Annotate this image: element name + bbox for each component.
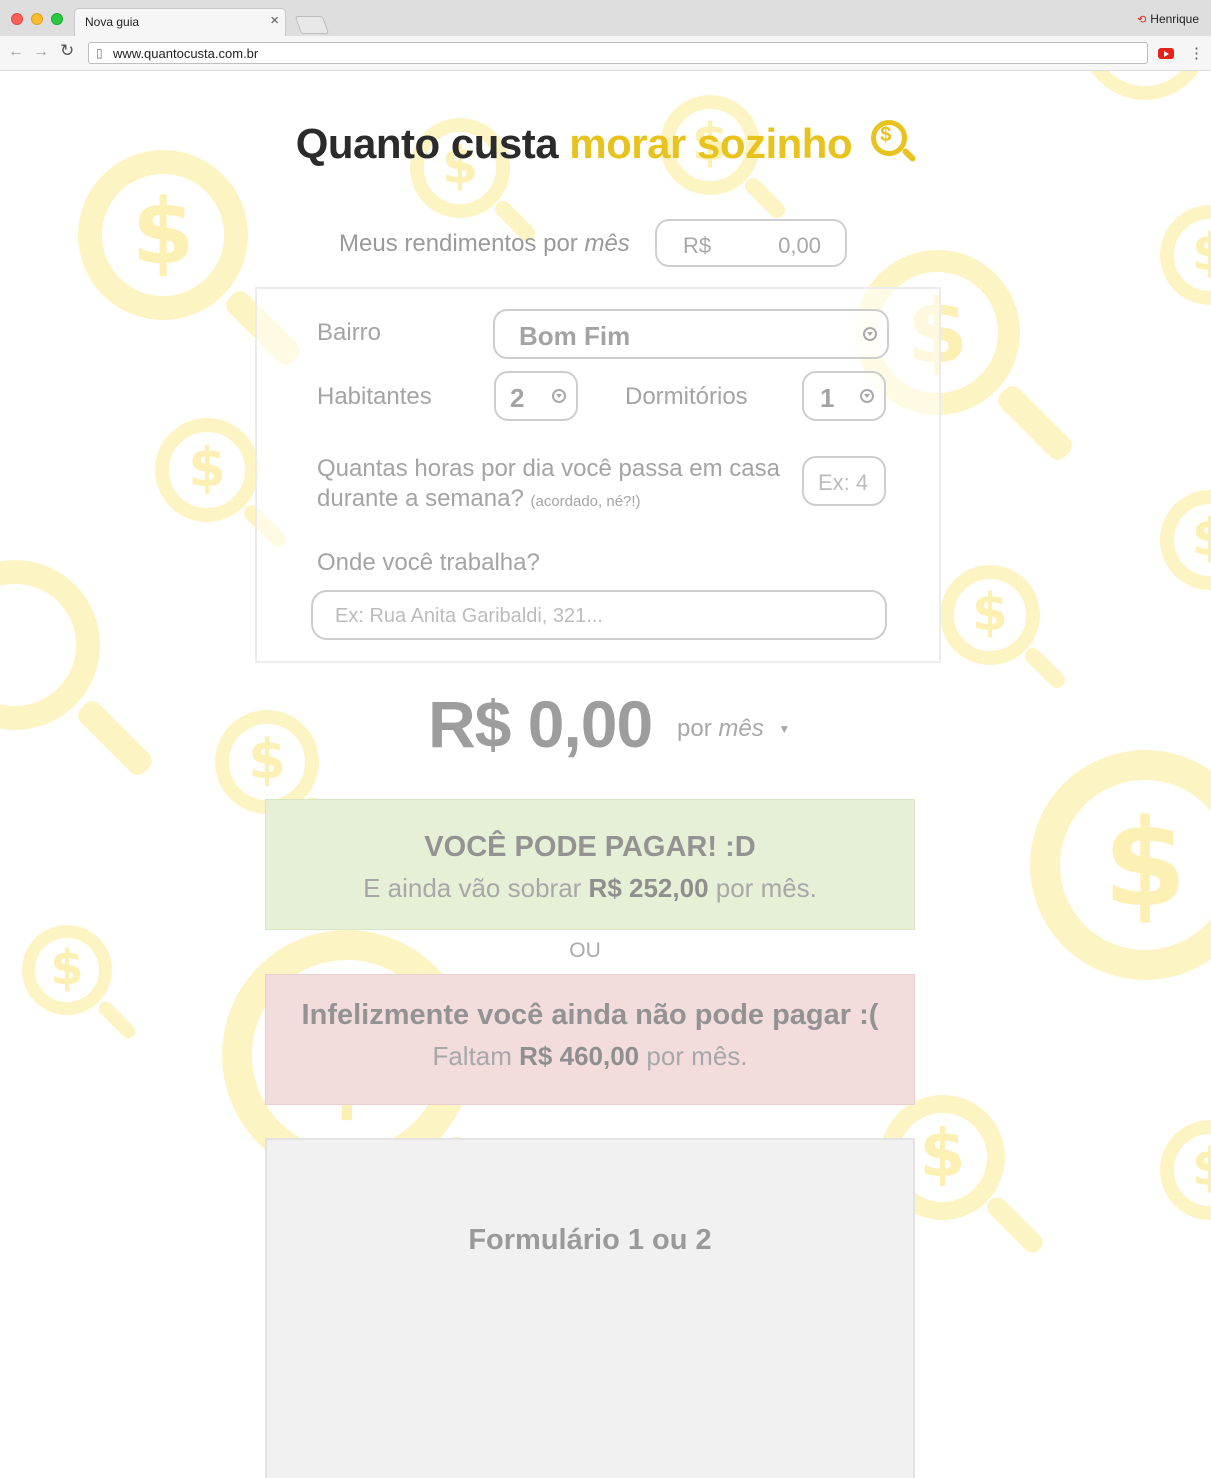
minimize-window-button[interactable] [31, 13, 43, 25]
page-icon: ▯ [96, 46, 103, 60]
reload-icon[interactable]: ↻ [60, 41, 74, 61]
housing-form: Bairro Bom Fim Habitantes 2 Dormitórios … [255, 287, 941, 663]
hours-input[interactable]: Ex: 4 [802, 456, 886, 506]
affordable-text: E ainda vão sobrar R$ 252,00 por mês. [266, 873, 914, 904]
inhabitants-select[interactable]: 2 [494, 371, 578, 421]
profile-name: Henrique [1150, 12, 1199, 26]
not-affordable-text: Faltam R$ 460,00 por mês. [266, 1041, 914, 1072]
affordable-text-after: por mês. [715, 873, 817, 903]
or-separator: OU [569, 939, 601, 962]
chevron-down-icon [860, 389, 874, 403]
forward-icon[interactable]: → [33, 43, 49, 61]
inhabitants-label: Habitantes [317, 383, 432, 410]
inhabitants-value: 2 [510, 383, 525, 413]
title-main: Quanto custa [295, 120, 559, 167]
hours-question-note: (acordado, né?!) [530, 493, 641, 510]
work-placeholder: Ex: Rua Anita Garibaldi, 321... [335, 605, 603, 627]
work-label: Onde você trabalha? [317, 549, 540, 576]
not-affordable-heading: Infelizmente você ainda não pode pagar :… [301, 999, 879, 1031]
bedrooms-value: 1 [820, 383, 835, 413]
income-input[interactable]: R$ 0,00 [655, 219, 847, 267]
address-bar[interactable]: ▯ www.quantocusta.com.br [88, 42, 1148, 64]
back-icon[interactable]: ← [8, 43, 24, 61]
menu-icon[interactable]: ⋮ [1189, 44, 1204, 62]
page-title: Quanto custa morar sozinho $ [0, 120, 1211, 168]
page-content: Quanto custa morar sozinho $ Meus rendim… [0, 70, 1211, 1478]
income-value: 0,00 [778, 233, 821, 258]
affordable-heading: VOCÊ PODE PAGAR! :D [424, 831, 756, 863]
affordable-amount: R$ 252,00 [588, 873, 709, 903]
period-emphasis: mês [718, 715, 764, 742]
chevron-down-icon [552, 389, 566, 403]
close-window-button[interactable] [11, 13, 23, 25]
url-text: www.quantocusta.com.br [113, 46, 259, 61]
not-affordable-text-after: por mês. [646, 1041, 748, 1071]
caret-down-icon: ▼ [778, 722, 791, 736]
close-tab-icon[interactable]: × [270, 12, 279, 29]
hours-placeholder: Ex: 4 [818, 470, 869, 495]
not-affordable-amount: R$ 460,00 [519, 1041, 640, 1071]
browser-tab[interactable]: Nova guia × [74, 8, 286, 36]
income-label-prefix: Meus rendimentos por [339, 230, 578, 257]
income-currency: R$ [683, 233, 712, 258]
total-cost: R$ 0,00 [428, 687, 653, 761]
tab-strip: Nova guia × ⟲ Henrique [0, 0, 1211, 36]
period-dropdown[interactable]: por mês ▼ [677, 715, 790, 743]
hours-question: Quantas horas por dia você passa em casa… [317, 454, 797, 517]
bedrooms-select[interactable]: 1 [802, 371, 886, 421]
form-placeholder-title: Formulário 1 ou 2 [468, 1224, 712, 1256]
affordable-text-before: E ainda vão sobrar [363, 873, 582, 903]
browser-chrome: Nova guia × ⟲ Henrique ← → ↻ ▯ www.quanto… [0, 0, 1211, 71]
title-accent: morar sozinho [569, 120, 853, 167]
form-placeholder-panel: Formulário 1 ou 2 [265, 1138, 915, 1478]
profile-sync-icon: ⟲ [1137, 14, 1147, 26]
not-affordable-text-before: Faltam [432, 1041, 512, 1071]
neighborhood-select[interactable]: Bom Fim [493, 309, 889, 359]
dollar-magnifier-icon: $ [871, 120, 918, 164]
youtube-extension-icon[interactable] [1158, 48, 1174, 59]
period-prefix: por [677, 715, 712, 742]
not-affordable-box: Infelizmente você ainda não pode pagar :… [265, 974, 915, 1105]
new-tab-button[interactable] [294, 16, 330, 34]
neighborhood-label: Bairro [317, 319, 382, 346]
income-label-emphasis: mês [584, 230, 630, 257]
bedrooms-label: Dormitórios [625, 383, 748, 410]
affordable-box: VOCÊ PODE PAGAR! :D E ainda vão sobrar R… [265, 799, 915, 930]
chevron-down-icon [863, 327, 877, 341]
profile-button[interactable]: ⟲ Henrique [1137, 12, 1199, 26]
neighborhood-value: Bom Fim [519, 321, 631, 351]
maximize-window-button[interactable] [51, 13, 63, 25]
work-address-input[interactable]: Ex: Rua Anita Garibaldi, 321... [311, 590, 887, 640]
browser-toolbar: ← → ↻ ▯ www.quantocusta.com.br ⋮ [0, 36, 1211, 70]
income-label: Meus rendimentos por mês [339, 230, 630, 258]
tab-title: Nova guia [85, 15, 140, 29]
